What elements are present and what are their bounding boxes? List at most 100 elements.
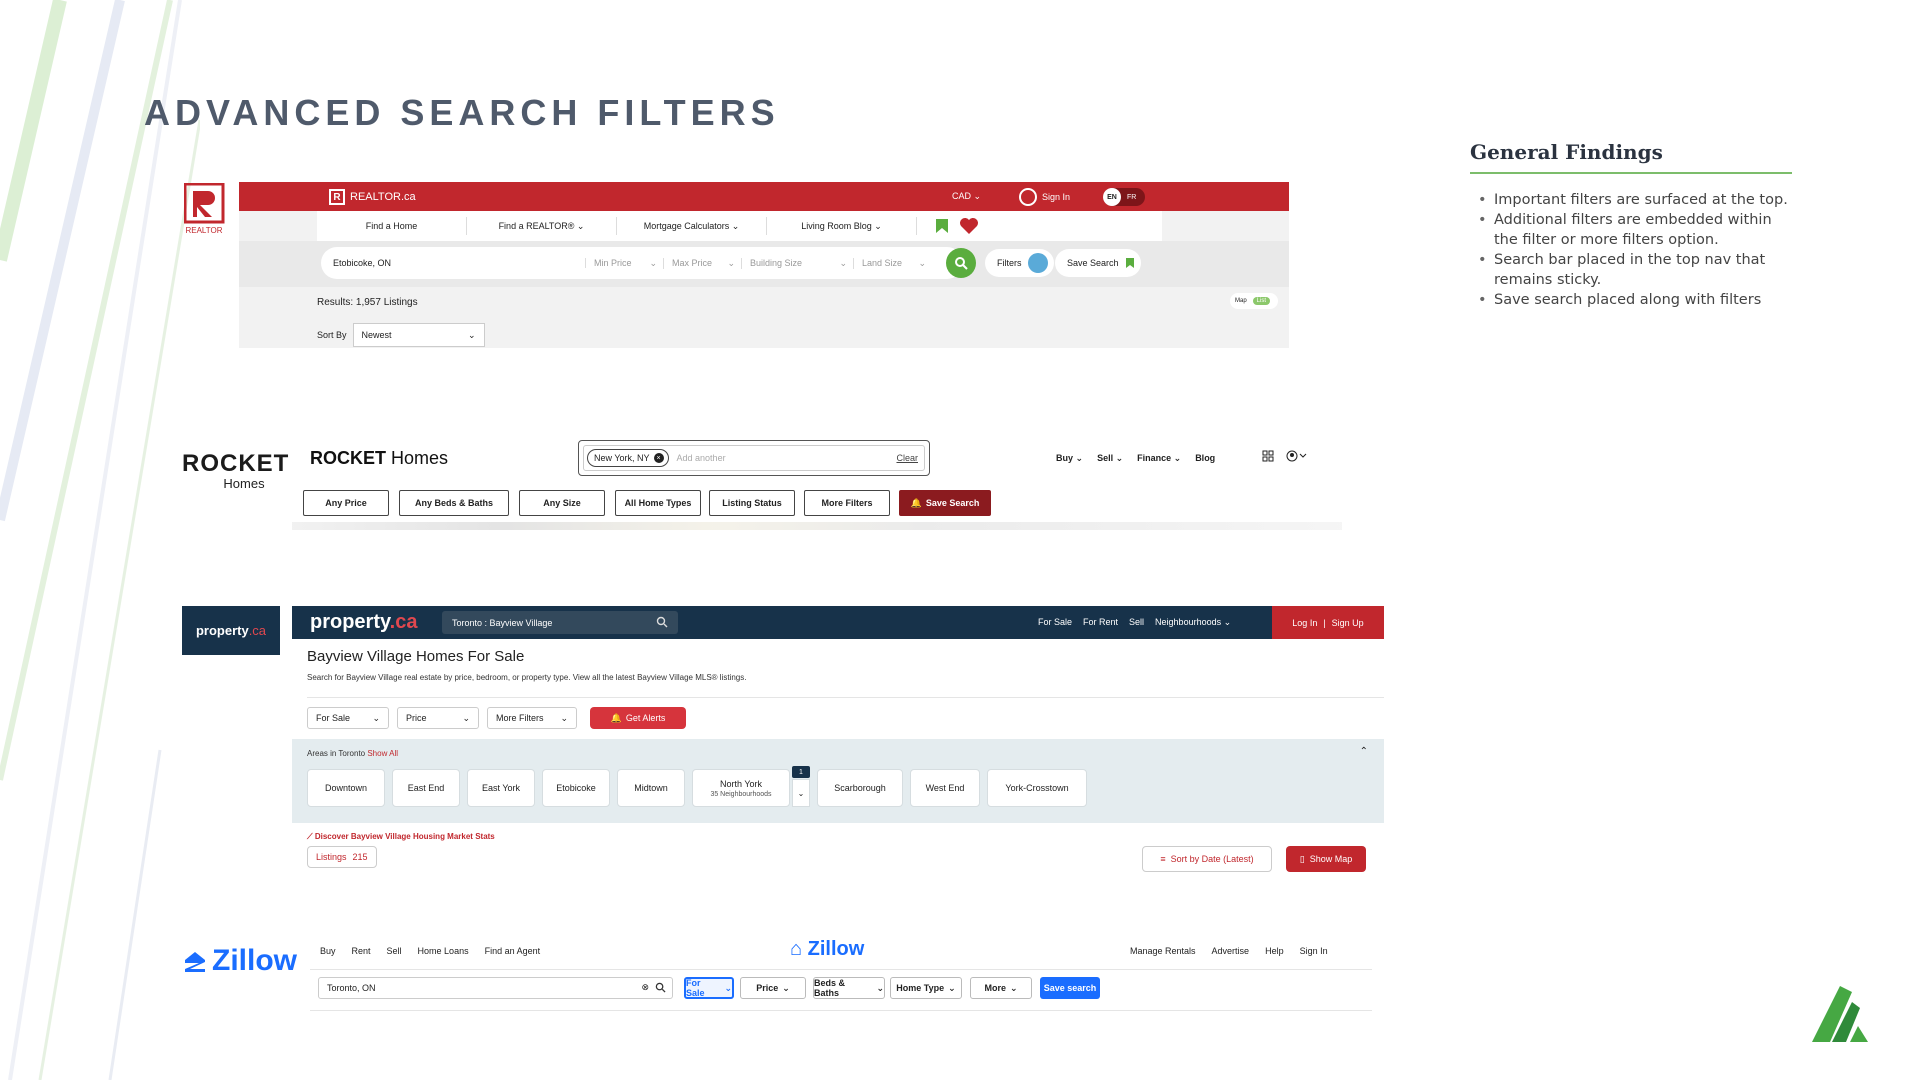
chevron-down-icon: ⌄: [560, 712, 568, 723]
listings-tab[interactable]: Listings 215: [307, 846, 377, 868]
realtor-logo-text: REALTOR: [185, 226, 222, 235]
nav-living-room-blog[interactable]: Living Room Blog ⌄: [767, 217, 917, 235]
realtor-brand[interactable]: R REALTOR.ca: [329, 189, 416, 205]
areas-panel: Areas in Toronto Show All ⌃ Downtown Eas…: [292, 739, 1384, 823]
filter-label: More: [984, 983, 1006, 993]
area-tile[interactable]: Downtown: [307, 769, 385, 807]
nav-manage-rentals[interactable]: Manage Rentals: [1130, 946, 1196, 956]
add-another-input[interactable]: Add another: [677, 453, 726, 463]
zillow-brand[interactable]: ⌂ Zillow: [790, 938, 864, 961]
nav-buy[interactable]: Buy ⌄: [1056, 453, 1083, 464]
map-list-toggle[interactable]: Map List: [1230, 293, 1278, 309]
home-types-filter[interactable]: All Home Types: [615, 490, 701, 516]
nav-advertise[interactable]: Advertise: [1212, 946, 1250, 956]
lang-en[interactable]: EN: [1103, 188, 1121, 206]
zillow-search-input[interactable]: Toronto, ON ⊗: [318, 977, 673, 999]
save-search-button[interactable]: Save search: [1040, 977, 1100, 999]
listing-status-filter[interactable]: Listing Status: [709, 490, 795, 516]
lang-fr[interactable]: FR: [1127, 194, 1136, 201]
nav-buy[interactable]: Buy: [320, 946, 336, 956]
beds-baths-filter[interactable]: Any Beds & Baths: [399, 490, 509, 516]
location-chip[interactable]: New York, NY ×: [587, 449, 669, 467]
log-in-link[interactable]: Log In: [1292, 618, 1317, 628]
sort-select[interactable]: Newest ⌄: [352, 323, 485, 347]
chevron-down-icon[interactable]: ⌄: [792, 779, 810, 807]
rocket-search-box[interactable]: New York, NY × Add another Clear: [578, 440, 930, 476]
area-tile-north-york[interactable]: North York 35 Neighbourhoods: [692, 769, 790, 807]
area-tile[interactable]: York-Crosstown: [987, 769, 1087, 807]
clear-icon[interactable]: ⊗: [641, 982, 649, 993]
list-option[interactable]: List: [1252, 297, 1271, 305]
nav-mortgage-calculators[interactable]: Mortgage Calculators ⌄: [617, 217, 767, 235]
nav-find-a-home[interactable]: Find a Home: [317, 217, 467, 235]
nav-sign-in[interactable]: Sign In: [1300, 946, 1328, 956]
home-type-filter[interactable]: Home Type ⌄: [890, 977, 962, 999]
nav-sell[interactable]: Sell ⌄: [1097, 453, 1123, 464]
nav-find-a-realtor[interactable]: Find a REALTOR® ⌄: [467, 217, 617, 235]
for-sale-filter[interactable]: For Sale ⌄: [684, 977, 734, 999]
nav-help[interactable]: Help: [1265, 946, 1284, 956]
grid-icon[interactable]: [1262, 450, 1274, 462]
close-icon[interactable]: ×: [653, 453, 664, 463]
save-search-button[interactable]: Save Search: [1055, 249, 1141, 277]
land-size-select[interactable]: Land Size ⌄: [854, 258, 932, 269]
filters-button[interactable]: Filters: [985, 249, 1054, 277]
show-all-link[interactable]: Show All: [367, 749, 398, 758]
sign-in-link[interactable]: Sign In: [1019, 188, 1070, 206]
min-price-select[interactable]: Min Price ⌄: [586, 257, 664, 269]
search-icon[interactable]: [655, 982, 666, 993]
for-sale-select[interactable]: For Sale ⌄: [307, 707, 389, 729]
get-alerts-button[interactable]: 🔔 Get Alerts: [590, 707, 686, 729]
show-map-button[interactable]: ▯ Show Map: [1286, 846, 1366, 872]
filter-icon: [1027, 253, 1048, 273]
nav-home-loans[interactable]: Home Loans: [418, 946, 469, 956]
bookmark-icon[interactable]: [935, 218, 949, 234]
clear-link[interactable]: Clear: [896, 453, 918, 463]
nav-sell[interactable]: Sell: [1129, 617, 1144, 628]
nav-for-sale[interactable]: For Sale: [1038, 617, 1072, 628]
heart-icon[interactable]: [959, 217, 979, 235]
sort-button[interactable]: ≡ Sort by Date (Latest): [1142, 846, 1272, 872]
area-tile[interactable]: Etobicoke: [542, 769, 610, 807]
nav-blog[interactable]: Blog: [1195, 453, 1215, 464]
property-search-input[interactable]: Toronto : Bayview Village: [442, 611, 678, 634]
area-tile[interactable]: Scarborough: [817, 769, 903, 807]
any-size-filter[interactable]: Any Size: [519, 490, 605, 516]
beds-baths-filter[interactable]: Beds & Baths ⌄: [813, 977, 885, 999]
sign-up-link[interactable]: Sign Up: [1332, 618, 1364, 628]
nav-finance[interactable]: Finance ⌄: [1137, 453, 1181, 464]
property-brand[interactable]: property.ca: [310, 611, 417, 634]
area-tile[interactable]: Midtown: [617, 769, 685, 807]
more-filters-button[interactable]: More Filters: [804, 490, 890, 516]
building-size-select[interactable]: Building Size ⌄: [742, 257, 854, 269]
price-select[interactable]: Price ⌄: [397, 707, 479, 729]
map-option[interactable]: Map: [1235, 298, 1247, 304]
realtor-r-icon: REALTOR: [183, 182, 225, 235]
language-toggle[interactable]: EN FR: [1103, 188, 1145, 206]
search-button[interactable]: [946, 248, 976, 278]
chevron-up-icon[interactable]: ⌃: [1360, 746, 1368, 757]
area-tile[interactable]: East York: [467, 769, 535, 807]
nav-rent[interactable]: Rent: [352, 946, 371, 956]
market-stats-link[interactable]: ⟋ Discover Bayview Village Housing Marke…: [307, 832, 495, 842]
any-price-filter[interactable]: Any Price: [303, 490, 389, 516]
nav-for-rent[interactable]: For Rent: [1083, 617, 1118, 628]
rocket-brand-thin: Homes: [391, 448, 449, 468]
area-tile[interactable]: East End: [392, 769, 460, 807]
location-input[interactable]: Etobicoke, ON: [321, 258, 586, 268]
nav-neighbourhoods[interactable]: Neighbourhoods ⌄: [1155, 617, 1231, 628]
price-filter[interactable]: Price ⌄: [740, 977, 806, 999]
save-search-button[interactable]: 🔔 Save Search: [899, 490, 991, 516]
currency-selector[interactable]: CAD ⌄: [952, 191, 981, 202]
rocket-logo-sub: Homes: [223, 476, 265, 491]
nav-sell[interactable]: Sell: [387, 946, 402, 956]
nav-label: Mortgage Calculators: [643, 221, 730, 231]
property-logo-accent: .ca: [248, 623, 267, 638]
max-price-select[interactable]: Max Price ⌄: [664, 257, 742, 269]
rocket-brand[interactable]: ROCKET Homes: [310, 448, 448, 469]
more-filter[interactable]: More ⌄: [970, 977, 1032, 999]
account-icon[interactable]: [1286, 450, 1308, 462]
more-filters-select[interactable]: More Filters ⌄: [487, 707, 577, 729]
area-tile[interactable]: West End: [910, 769, 980, 807]
nav-find-agent[interactable]: Find an Agent: [485, 946, 541, 956]
